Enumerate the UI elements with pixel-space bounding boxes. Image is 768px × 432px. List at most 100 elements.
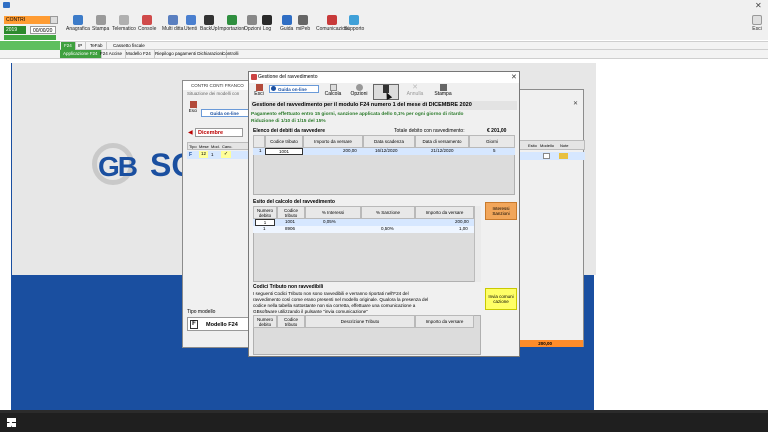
subtab-left-strip	[0, 41, 60, 50]
tipo-modello-box: F Modello F24	[187, 317, 253, 331]
multi-ditta-button[interactable]: Multi ditta	[162, 15, 183, 37]
backup-icon	[203, 15, 214, 25]
invia-comunicazione-button[interactable]: Invia comuni cazione	[485, 288, 517, 310]
tab-f24-accise[interactable]: F24 Accise	[97, 50, 127, 58]
opzioni-button[interactable]: Opzioni	[347, 84, 371, 100]
nonravv-text: I seguenti Codici Tributo non sono ravve…	[253, 291, 428, 315]
toolbar-button-label: Multi ditta	[162, 26, 184, 32]
company-combo[interactable]: CONTRI	[4, 16, 56, 24]
tab-controlli[interactable]: Controlli	[219, 50, 242, 58]
bg-window-subtitle: Situazione dei modelli con	[187, 91, 240, 96]
debt-codice[interactable]: 1001	[265, 148, 303, 155]
debts-total-value: € 201,00	[487, 128, 507, 134]
table-row[interactable]	[519, 152, 585, 160]
calc-num[interactable]: 1	[255, 219, 275, 226]
utenti-button[interactable]: Utenti	[184, 15, 197, 37]
annulla-button[interactable]: ✕ Annulla	[403, 84, 427, 100]
stampa-button[interactable]: Stampa	[92, 15, 109, 37]
bg-right-header: Esito Modello Note	[519, 140, 585, 150]
bg-esci-label: Esci	[188, 108, 198, 113]
note-icon[interactable]	[559, 153, 568, 159]
anagrafica-button[interactable]: Anagrafica	[66, 15, 90, 37]
bg-guida-button[interactable]: Guida on-line	[201, 109, 253, 117]
exit-button[interactable]: Esci	[748, 15, 766, 37]
green-note-2: Riduzione di 1/10 di 1/15 del 15%	[251, 119, 326, 124]
gear-icon	[355, 84, 363, 91]
row-mod: 1	[211, 152, 214, 157]
calcola-label: Calcola	[324, 91, 342, 97]
dialog-icon	[251, 74, 257, 80]
dialog-close-icon[interactable]: ✕	[511, 73, 517, 81]
guida-online-button[interactable]: Guida on-line	[269, 85, 319, 93]
tab-f24[interactable]: F24	[61, 42, 76, 50]
supporto-button[interactable]: Supporto	[344, 15, 364, 37]
toolbar-button-label: Supporto	[344, 26, 365, 32]
tab-cassetto[interactable]: Cassetto fiscale	[110, 42, 148, 50]
tab-applicazione-f24[interactable]: Applicazione F24	[60, 50, 102, 58]
esci-button[interactable]: Esci	[251, 84, 267, 100]
toolbar-button-label: Anagrafica	[66, 26, 90, 32]
console-icon	[142, 15, 153, 25]
calculator-icon	[329, 84, 337, 91]
toolbar-button-label: Opzioni	[244, 26, 261, 32]
tab-tefab[interactable]: TeFab	[87, 42, 107, 50]
calc-col-codice: Codice tributo	[277, 206, 305, 219]
calc-title: Esito del calcolo del ravvedimento	[253, 199, 335, 205]
table-row[interactable]: 1 1001 0,05% 200,00	[253, 219, 474, 226]
app-icon	[3, 2, 10, 8]
combo-dropdown-icon[interactable]	[50, 16, 58, 24]
modello-value: Modello F24	[206, 322, 238, 328]
guida-button[interactable]: Guida	[280, 15, 293, 37]
exit-icon	[752, 15, 762, 25]
tab-ip[interactable]: IP	[75, 42, 87, 50]
users-icon	[185, 15, 196, 25]
bg-window-modelli: CONTRI CONTI FRANCO Situazione dei model…	[182, 80, 257, 348]
esci-label: Esci	[254, 91, 264, 97]
col-mese: Mese	[199, 144, 209, 149]
nonravv-col-importo: Importo da versare	[415, 315, 474, 328]
calc-col-numero: Numero debito	[253, 206, 277, 219]
backup-button[interactable]: BackUp	[200, 15, 218, 37]
interessi-sanzioni-button[interactable]: Interessi Sanzioni	[485, 202, 517, 220]
stampa-button[interactable]: Stampa	[431, 84, 455, 100]
mipeb-button[interactable]: miPeb	[296, 15, 310, 37]
importazioni-button[interactable]: Importazioni	[218, 15, 245, 37]
debt-importo: 200,00	[343, 148, 357, 153]
month-select[interactable]: Dicembre	[195, 128, 243, 137]
model-icon[interactable]	[543, 153, 550, 159]
debt-scadenza: 16/12/2020	[375, 148, 398, 153]
bg-window-title: CONTRI CONTI FRANCO	[183, 81, 255, 90]
help-icon	[281, 15, 292, 25]
bg-close-icon[interactable]: ✕	[573, 100, 578, 107]
table-row[interactable]: 1 8906 0,50% 1,00	[253, 226, 474, 233]
table-row[interactable]: 1 1001 200,00 16/12/2020 21/12/2020 5	[253, 148, 515, 155]
log-button[interactable]: Log	[262, 15, 272, 37]
telematico-button[interactable]: Telematico	[112, 15, 136, 37]
prev-month-icon[interactable]: ◀	[188, 129, 193, 136]
col-tipo: Tipo	[189, 144, 197, 149]
calc-scrollbar[interactable]	[474, 206, 481, 282]
log-icon	[262, 15, 272, 25]
bg-esci-button[interactable]: Esci	[186, 101, 200, 117]
row-canc: ✓	[221, 151, 231, 158]
row-tipo: F	[189, 152, 193, 158]
support-icon	[349, 15, 360, 25]
debt-versamento: 21/12/2020	[431, 148, 454, 153]
exit-label: Esci	[752, 26, 762, 32]
stampa-label: Stampa	[434, 91, 452, 97]
debts-col-codice: Codice tributo	[265, 135, 303, 148]
close-app-icon[interactable]: ✕	[755, 1, 762, 10]
tab-riepilogo[interactable]: Riepilogo pagamenti Dichiarazioni	[152, 50, 228, 58]
windows-start-icon[interactable]	[7, 418, 16, 427]
console-button[interactable]: Console	[138, 15, 156, 37]
ravvedimento-dialog: Gestione del ravvedimento ✕ Esci Guida o…	[248, 71, 520, 357]
date-field[interactable]: 00/00/20	[30, 26, 56, 34]
toolbar-button-label: Utenti	[184, 26, 198, 32]
tab-modello-f24[interactable]: Modello F24	[123, 50, 155, 58]
toolbar-button-label: Console	[138, 26, 157, 32]
calcola-button[interactable]: Calcola	[321, 84, 345, 100]
year-combo[interactable]: 2019	[4, 26, 26, 34]
annulla-label: Annulla	[406, 91, 424, 97]
opzioni-button[interactable]: Opzioni	[244, 15, 261, 37]
table-row[interactable]: F 12 1 ✓	[187, 151, 257, 159]
